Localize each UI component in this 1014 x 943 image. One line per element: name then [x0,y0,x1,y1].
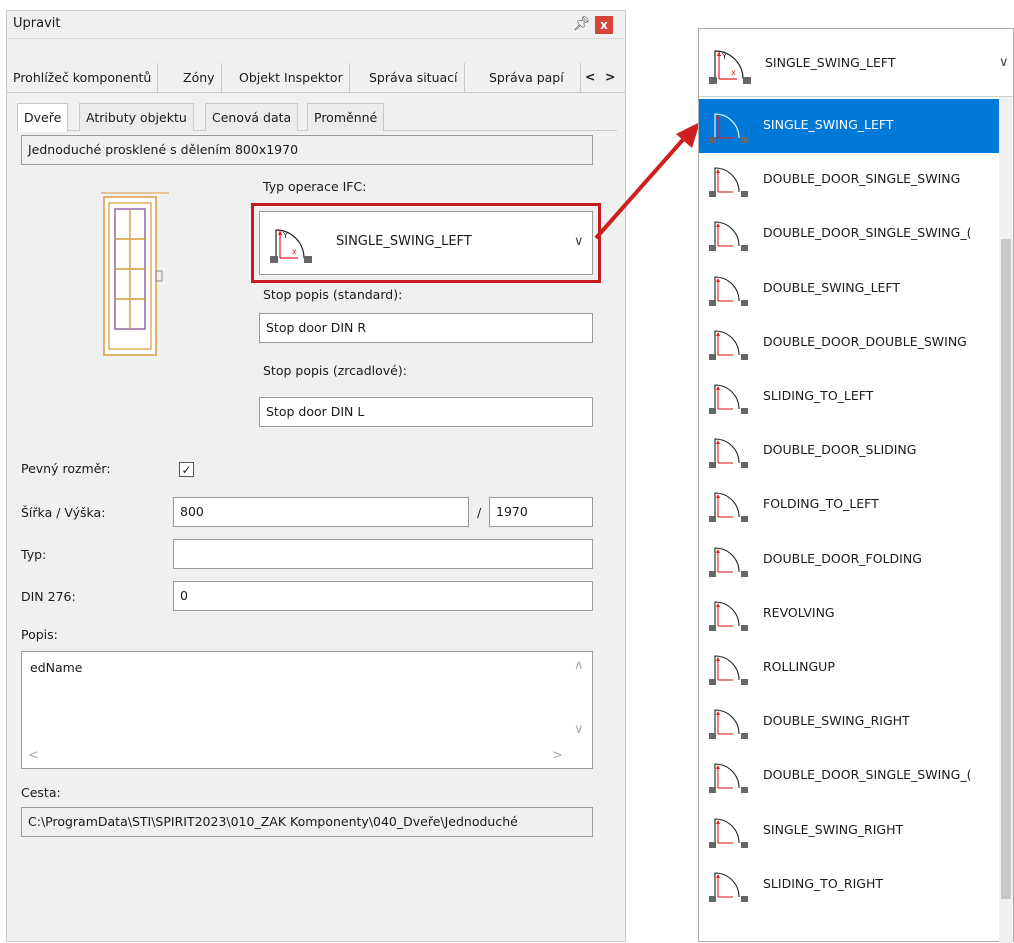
dropdown-item[interactable]: DOUBLE_SWING_RIGHT [699,695,999,749]
scroll-right-icon[interactable]: > [552,748,563,763]
dropdown-item-label: DOUBLE_SWING_LEFT [763,279,901,295]
dropdown-item-label: FOLDING_TO_LEFT [763,496,879,512]
size-separator: / [477,505,482,520]
properties-panel: Upravit 📌︎ x Prohlížeč komponentů Zóny O… [6,10,626,942]
stop-standard-input[interactable]: Stop door DIN R [259,313,593,343]
door-operation-icon [707,164,753,198]
pin-icon[interactable]: 📌︎ [573,16,591,32]
tab-paper-management[interactable]: Správa papí [483,63,581,93]
dropdown-item[interactable]: SLIDING_TO_LEFT [699,370,999,424]
height-input[interactable]: 1970 [489,497,593,527]
dropdown-item[interactable]: FOLDING_TO_LEFT [699,478,999,532]
dropdown-item-label: DOUBLE_DOOR_SINGLE_SWING_( [763,767,972,783]
ifc-operation-label: Typ operace IFC: [263,179,367,194]
door-operation-icon [707,598,753,632]
svg-text:Y: Y [721,52,727,61]
dropdown-item-label: SLIDING_TO_LEFT [763,388,874,403]
door-operation-icon [707,544,753,578]
dropdown-item-label: DOUBLE_DOOR_SINGLE_SWING [763,171,961,187]
dropdown-header[interactable]: Y x SINGLE_SWING_LEFT ∨ [699,29,1013,97]
main-tab-row: Prohlížeč komponentů Zóny Objekt Inspekt… [7,63,625,93]
type-label: Typ: [21,547,47,562]
dropdown-item[interactable]: SINGLE_SWING_RIGHT [699,804,999,858]
dropdown-scroll-thumb[interactable] [1001,239,1011,899]
highlight-box [251,203,601,283]
description-label: Popis: [21,627,58,642]
tab-prev-icon[interactable]: < [585,69,595,84]
dropdown-item[interactable]: DOUBLE_DOOR_SINGLE_SWING [699,153,999,207]
type-input[interactable] [173,539,593,569]
red-arrow [594,122,700,240]
sub-tab-row: Dveře Atributy objektu Cenová data Promě… [17,103,617,132]
chevron-down-icon[interactable]: ∨ [999,55,1009,70]
dropdown-item-label: ROLLINGUP [763,659,835,674]
door-operation-icon [707,815,753,849]
tab-variables[interactable]: Proměnné [307,103,385,131]
din-label: DIN 276: [21,589,76,604]
door-operation-icon [707,381,753,415]
dropdown-current-value: SINGLE_SWING_LEFT [765,55,896,70]
panel-title: Upravit [13,16,61,31]
fixed-size-checkbox[interactable]: ✓ [179,462,194,477]
description-text: edName [30,660,83,675]
door-operation-icon [707,110,753,144]
size-label: Šířka / Výška: [21,505,106,520]
door-operation-icon [707,435,753,469]
din-input[interactable]: 0 [173,581,593,611]
door-operation-icon [707,652,753,686]
tab-doors[interactable]: Dveře [17,103,69,132]
dropdown-item-label: DOUBLE_DOOR_FOLDING [763,550,922,566]
tab-object-inspector[interactable]: Objekt Inspektor [233,63,350,93]
dropdown-item[interactable]: DOUBLE_DOOR_DOUBLE_SWING [699,316,999,370]
path-label: Cesta: [21,785,61,800]
dropdown-item-label: DOUBLE_DOOR_DOUBLE_SWING [763,333,967,349]
scroll-left-icon[interactable]: < [28,748,39,763]
door-preview [101,189,171,359]
stop-standard-label: Stop popis (standard): [263,287,403,302]
component-name-field: Jednoduché prosklené s dělením 800x1970 [21,135,593,165]
scroll-up-icon[interactable]: ∧ [574,658,584,673]
tab-zones[interactable]: Zóny [177,63,222,93]
dropdown-item[interactable]: SINGLE_SWING_LEFT [699,99,999,153]
dropdown-item[interactable]: REVOLVING [699,587,999,641]
path-field: C:\ProgramData\STI\SPIRIT2023\010_ZAK Ko… [21,807,593,837]
tab-component-browser[interactable]: Prohlížeč komponentů [7,63,159,93]
tab-object-attributes[interactable]: Atributy objektu [79,103,194,131]
door-operation-icon [707,489,753,523]
fixed-size-label: Pevný rozměr: [21,461,111,476]
dropdown-item-label: SINGLE_SWING_LEFT [763,117,894,132]
dropdown-item-label: REVOLVING [763,604,835,620]
dropdown-item[interactable]: SLIDING_TO_RIGHT [699,858,999,912]
door-operation-icon [707,327,753,361]
dropdown-item[interactable]: DOUBLE_DOOR_SINGLE_SWING_( [699,207,999,261]
door-operation-icon [707,273,753,307]
width-input[interactable]: 800 [173,497,469,527]
dropdown-item-label: DOUBLE_DOOR_SLIDING [763,442,917,458]
dropdown-item[interactable]: DOUBLE_SWING_LEFT [699,262,999,316]
tab-situation-management[interactable]: Správa situací [363,63,465,93]
svg-text:x: x [731,68,736,77]
tab-next-icon[interactable]: > [605,69,615,84]
description-textarea[interactable]: edName ∧ ∨ < > [21,651,593,769]
tab-price-data[interactable]: Cenová data [205,103,299,131]
dropdown-item[interactable]: ROLLINGUP [699,641,999,695]
door-operation-icon [707,706,753,740]
door-operation-icon [707,760,753,794]
door-operation-icon [707,218,753,252]
dropdown-item[interactable]: DOUBLE_DOOR_FOLDING [699,533,999,587]
dropdown-item-label: DOUBLE_DOOR_SINGLE_SWING_( [763,225,972,241]
scroll-down-icon[interactable]: ∨ [574,722,584,737]
ifc-dropdown-list: Y x SINGLE_SWING_LEFT ∨ SINGLE_SWING_LEF… [698,28,1014,943]
dropdown-item-label: SLIDING_TO_RIGHT [763,875,884,891]
dropdown-item[interactable]: DOUBLE_DOOR_SLIDING [699,424,999,478]
door-operation-icon [707,869,753,903]
dropdown-item-label: DOUBLE_SWING_RIGHT [763,713,910,729]
single-swing-left-icon: Y x [707,45,755,89]
dropdown-item[interactable]: DOUBLE_DOOR_SINGLE_SWING_( [699,749,999,803]
panel-titlebar: Upravit 📌︎ x [7,11,625,39]
close-icon[interactable]: x [595,16,613,34]
stop-mirror-input[interactable]: Stop door DIN L [259,397,593,427]
stop-mirror-label: Stop popis (zrcadlové): [263,363,407,378]
dropdown-item-label: SINGLE_SWING_RIGHT [763,821,904,837]
